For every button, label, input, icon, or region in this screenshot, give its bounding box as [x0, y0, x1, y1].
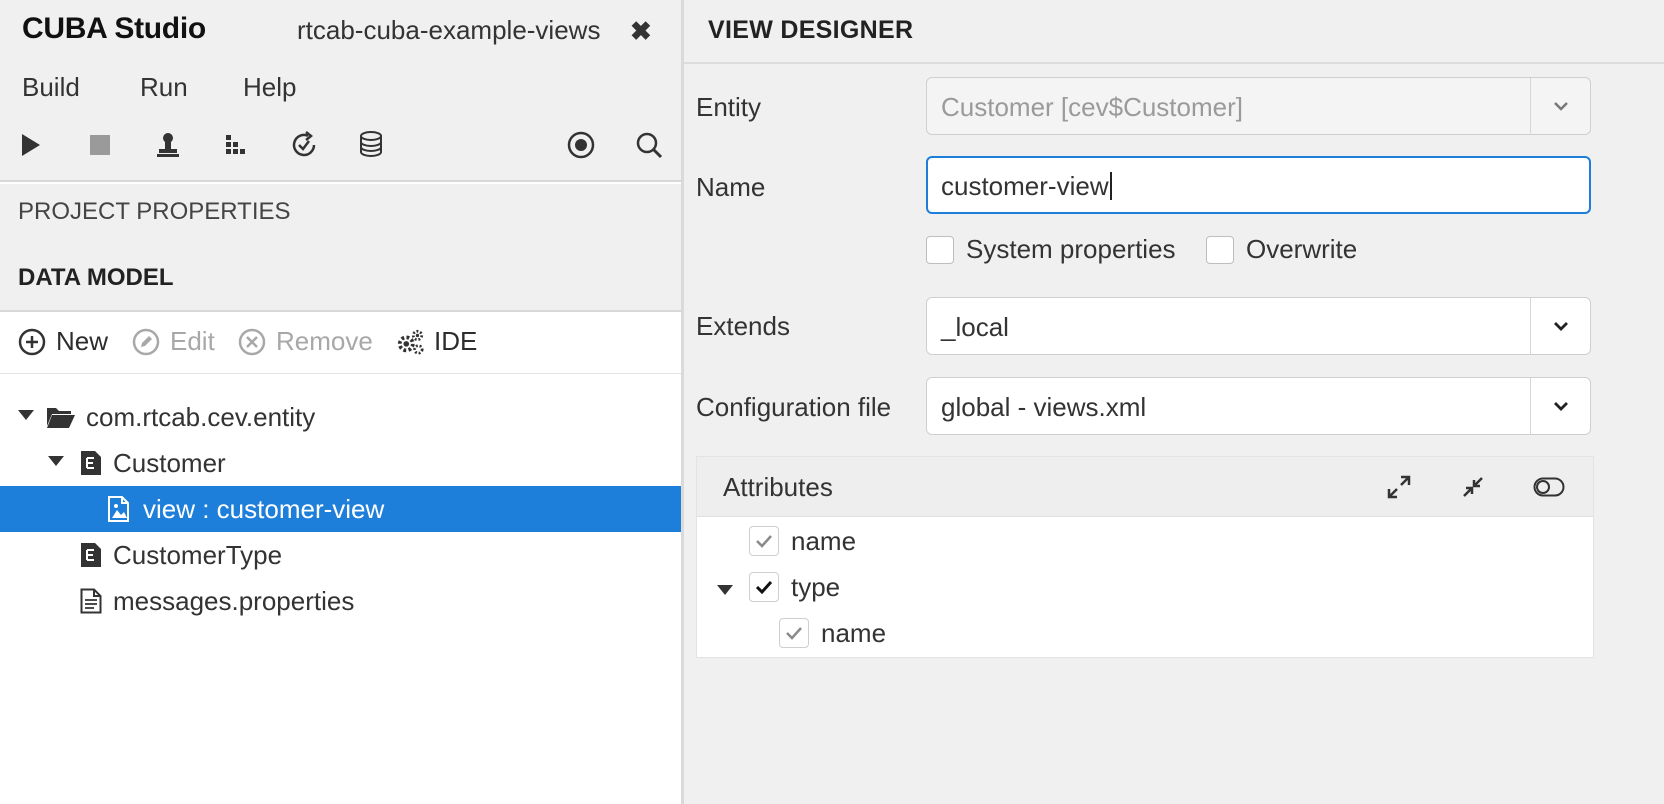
tree-item-label: com.rtcab.cev.entity [86, 402, 316, 432]
attributes-title: Attributes [723, 472, 833, 502]
toggle-icon[interactable] [1533, 471, 1565, 503]
tree-item-customertype[interactable]: CustomerType [0, 532, 681, 578]
chevron-down-icon[interactable] [1530, 298, 1590, 354]
chevron-down-icon[interactable] [1530, 78, 1590, 134]
tree-item-customer-view[interactable]: view : customer-view [0, 486, 681, 532]
attribute-checkbox[interactable] [779, 618, 809, 648]
attribute-checkbox[interactable] [749, 526, 779, 556]
tree-item-label: messages.properties [113, 586, 355, 616]
view-designer-panel: VIEW DESIGNER Entity Customer [cev$Custo… [684, 0, 1664, 804]
database-icon[interactable] [354, 128, 388, 162]
tree-item-customer[interactable]: Customer [0, 440, 681, 486]
collapse-all-icon[interactable] [1457, 471, 1489, 503]
extends-select[interactable]: _local [926, 297, 1591, 355]
project-properties-section[interactable]: PROJECT PROPERTIES [0, 184, 681, 246]
name-value-wrap: customer-view [941, 171, 1112, 202]
expand-all-icon[interactable] [1383, 471, 1415, 503]
edit-button[interactable]: Edit [132, 326, 215, 357]
entity-select[interactable]: Customer [cev$Customer] [926, 77, 1591, 135]
extends-label: Extends [696, 311, 790, 341]
gears-icon [396, 328, 424, 356]
checkbox-box[interactable] [926, 235, 954, 264]
tree-item-package[interactable]: com.rtcab.cev.entity [0, 394, 681, 440]
build-icon[interactable] [219, 128, 253, 162]
edit-label: Edit [170, 326, 215, 356]
attribute-checkbox[interactable] [749, 572, 779, 602]
attribute-name: name [821, 617, 887, 648]
menu-help[interactable]: Help [243, 72, 296, 103]
panel-title: VIEW DESIGNER [708, 16, 914, 44]
system-properties-checkbox[interactable]: System properties [926, 234, 1176, 265]
pencil-circle-icon [132, 328, 160, 356]
chevron-down-icon[interactable] [1530, 378, 1590, 434]
name-value: customer-view [941, 171, 1109, 201]
close-project-button[interactable]: ✖ [630, 16, 652, 47]
config-file-select[interactable]: global - views.xml [926, 377, 1591, 435]
extends-value: _local [941, 312, 1009, 342]
checkbox-label: System properties [966, 234, 1176, 264]
new-label: New [56, 326, 109, 356]
checkbox-box[interactable] [1206, 235, 1234, 264]
config-file-label: Configuration file [696, 392, 892, 422]
menu-build[interactable]: Build [22, 72, 80, 103]
remove-button[interactable]: Remove [238, 326, 373, 357]
tree-item-label: view : customer-view [143, 494, 385, 524]
checkbox-label: Overwrite [1246, 234, 1358, 264]
tree-item-messages[interactable]: messages.properties [0, 578, 681, 624]
view-icon [105, 494, 135, 524]
section-title: PROJECT PROPERTIES [18, 198, 291, 225]
run-icon[interactable] [14, 128, 48, 162]
entity-label: Entity [696, 92, 762, 122]
overwrite-checkbox[interactable]: Overwrite [1206, 234, 1357, 265]
attribute-name: name [791, 525, 857, 556]
name-field[interactable]: customer-view [926, 156, 1591, 214]
attribute-row[interactable]: name [749, 521, 856, 561]
section-title: DATA MODEL [18, 264, 174, 291]
text-caret [1109, 172, 1112, 200]
data-model-section[interactable]: DATA MODEL [0, 246, 681, 312]
divider [684, 62, 1664, 64]
name-label: Name [696, 172, 766, 202]
attribute-name: type [791, 571, 841, 602]
studio-sidebar: CUBA Studio rtcab-cuba-example-views ✖ B… [0, 0, 681, 804]
expand-toggle-icon[interactable] [717, 585, 733, 595]
menu-run[interactable]: Run [140, 72, 188, 103]
entity-icon [76, 448, 106, 478]
sidebar-header: CUBA Studio rtcab-cuba-example-views ✖ B… [0, 0, 681, 182]
attribute-row[interactable]: type [749, 567, 840, 607]
entity-value: Customer [cev$Customer] [941, 92, 1243, 122]
attributes-panel: Attributes name type name [696, 456, 1594, 658]
search-icon[interactable] [632, 128, 666, 162]
file-icon [76, 586, 106, 616]
entity-icon [76, 540, 106, 570]
attributes-header: Attributes [697, 457, 1593, 517]
new-button[interactable]: New [18, 326, 108, 357]
remove-label: Remove [276, 326, 373, 356]
record-icon[interactable] [564, 128, 598, 162]
data-model-toolbar: New Edit Remove IDE [0, 314, 681, 374]
deploy-icon[interactable] [151, 128, 185, 162]
expand-toggle-icon[interactable] [18, 410, 34, 420]
ide-label: IDE [434, 326, 478, 356]
attribute-row[interactable]: name [779, 613, 886, 653]
tree-item-label: CustomerType [113, 540, 283, 570]
tree-item-label: Customer [113, 448, 226, 478]
expand-toggle-icon[interactable] [48, 456, 64, 466]
config-file-value: global - views.xml [941, 392, 1147, 422]
app-title: CUBA Studio [22, 12, 206, 45]
update-icon[interactable] [287, 128, 321, 162]
folder-open-icon [46, 402, 76, 432]
stop-icon[interactable] [83, 128, 117, 162]
ide-button[interactable]: IDE [396, 326, 477, 357]
remove-circle-icon [238, 328, 266, 356]
plus-circle-icon [18, 328, 46, 356]
project-name: rtcab-cuba-example-views [297, 15, 601, 45]
